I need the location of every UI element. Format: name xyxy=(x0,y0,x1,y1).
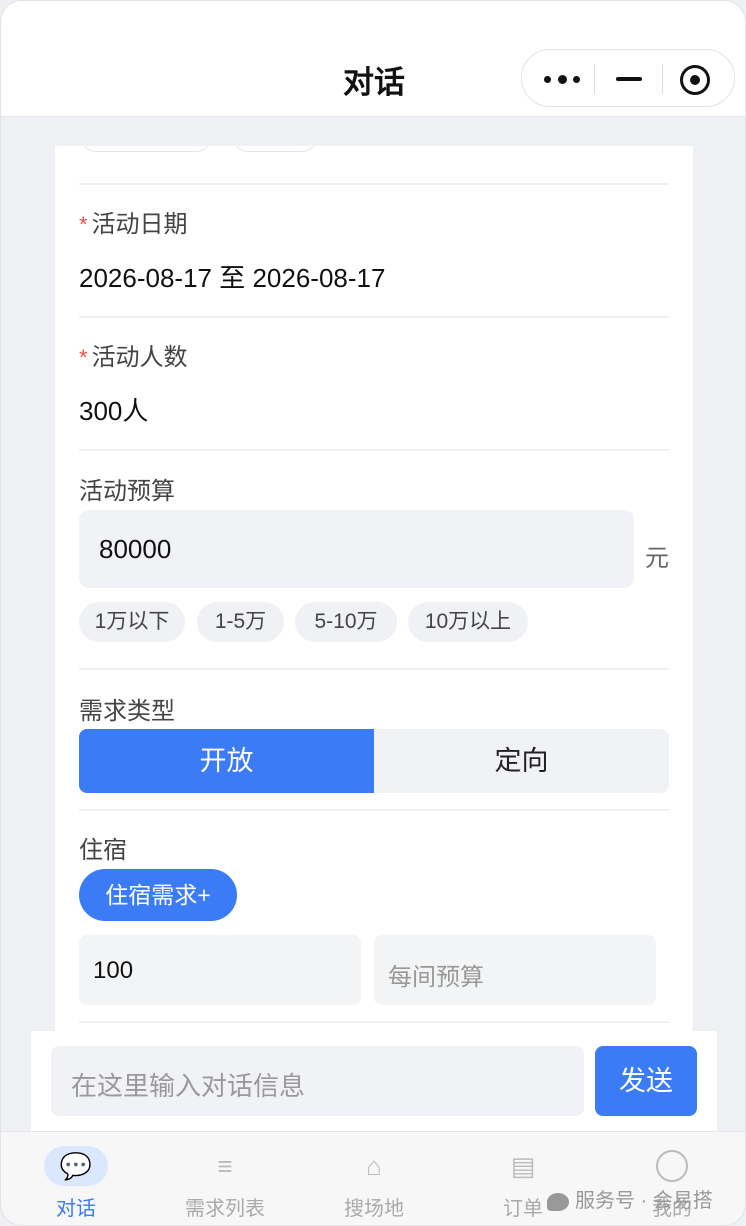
list-icon: ≡ xyxy=(217,1151,233,1181)
date-label: * 活动日期 xyxy=(79,204,188,239)
hidden-chip xyxy=(233,146,317,152)
minimize-icon[interactable] xyxy=(616,77,642,81)
divider xyxy=(79,668,669,670)
room-count-input[interactable]: 100 xyxy=(79,935,361,1005)
hidden-chip xyxy=(81,146,211,152)
demand-type-label: 需求类型 xyxy=(79,698,175,725)
demand-type-open[interactable]: 开放 xyxy=(79,729,374,793)
date-label-text: 活动日期 xyxy=(91,211,188,238)
budget-input[interactable]: 80000 xyxy=(79,510,634,588)
budget-unit: 元 xyxy=(645,545,669,572)
people-label-text: 活动人数 xyxy=(91,344,188,371)
requirement-form-card: * 活动日期 2026-08-17 至 2026-08-17 * 活动人数 300人… xyxy=(55,146,693,1031)
people-count-value[interactable]: 300人 xyxy=(79,391,148,428)
divider xyxy=(79,449,669,451)
budget-chip-under-10k[interactable]: 1万以下 xyxy=(79,602,185,642)
home-icon: ⌂ xyxy=(366,1151,382,1181)
divider xyxy=(79,316,669,318)
people-label: * 活动人数 xyxy=(79,337,188,372)
wechat-icon xyxy=(547,1192,569,1211)
chat-message-input[interactable]: 在这里输入对话信息 xyxy=(51,1046,584,1116)
watermark-text: 服务号 · 会易搭 xyxy=(575,1190,713,1212)
app-window: 对话 * 活动日期 2026-08-17 至 2026-08-17 * 活动人数 3… xyxy=(0,0,746,1226)
nav-header: 对话 xyxy=(1,1,745,117)
mini-program-capsule xyxy=(521,49,735,107)
budget-chip-over-100k[interactable]: 10万以上 xyxy=(408,602,528,642)
required-mark: * xyxy=(79,212,88,237)
watermark: 服务号 · 会易搭 xyxy=(547,1184,713,1213)
document-icon: ▤ xyxy=(510,1151,536,1181)
budget-label: 活动预算 xyxy=(79,478,175,505)
capsule-divider xyxy=(662,64,663,94)
capsule-divider xyxy=(594,64,595,94)
tab-label: 对话 xyxy=(56,1198,96,1220)
divider xyxy=(79,183,669,185)
tab-demand-list[interactable]: ≡ 需求列表 xyxy=(150,1132,300,1225)
close-target-icon[interactable] xyxy=(680,65,710,95)
send-button[interactable]: 发送 xyxy=(595,1046,697,1116)
room-budget-input[interactable]: 每间预算 xyxy=(374,935,656,1005)
divider xyxy=(79,1021,669,1023)
tab-label: 需求列表 xyxy=(185,1198,265,1220)
add-lodging-button[interactable]: 住宿需求+ xyxy=(79,869,237,921)
more-icon[interactable] xyxy=(544,65,580,91)
budget-chip-10k-50k[interactable]: 1-5万 xyxy=(197,602,284,642)
demand-type-targeted[interactable]: 定向 xyxy=(374,729,669,793)
tab-venue-search[interactable]: ⌂ 搜场地 xyxy=(299,1132,449,1225)
tab-chat[interactable]: 💬 对话 xyxy=(1,1132,151,1225)
chat-input-bar: 在这里输入对话信息 发送 xyxy=(31,1031,717,1131)
tab-label: 搜场地 xyxy=(344,1198,404,1220)
required-mark: * xyxy=(79,345,88,370)
date-range-value[interactable]: 2026-08-17 至 2026-08-17 xyxy=(79,258,385,295)
user-circle-icon xyxy=(640,1146,704,1186)
divider xyxy=(79,809,669,811)
lodging-label: 住宿 xyxy=(79,837,127,864)
chat-bubble-icon: 💬 xyxy=(44,1146,108,1186)
budget-chip-50k-100k[interactable]: 5-10万 xyxy=(295,602,397,642)
